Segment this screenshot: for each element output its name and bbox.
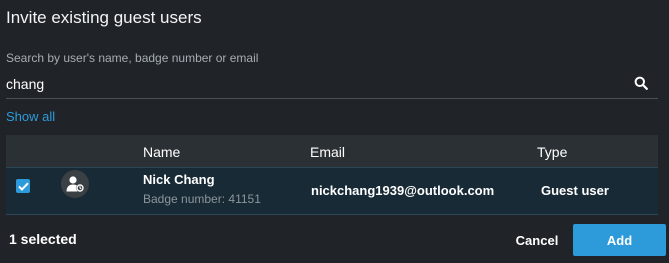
table-row[interactable]: Nick Chang Badge number: 41151 nickchang… (6, 167, 658, 215)
user-type: Guest user (541, 183, 609, 198)
selected-count: 1 selected (9, 231, 77, 247)
column-header-email[interactable]: Email (310, 144, 345, 160)
table-header: Name Email Type (6, 135, 658, 167)
column-header-name[interactable]: Name (143, 144, 180, 160)
dialog-title: Invite existing guest users (6, 8, 202, 27)
show-all-link[interactable]: Show all (6, 109, 55, 124)
search-icon[interactable] (634, 76, 648, 90)
search-label: Search by user's name, badge number or e… (6, 51, 259, 65)
search-field (6, 70, 658, 99)
invite-guest-users-dialog: Invite existing guest users Search by us… (0, 0, 669, 263)
add-button[interactable]: Add (573, 224, 666, 256)
column-header-type[interactable]: Type (537, 144, 567, 160)
row-checkbox[interactable] (16, 179, 30, 193)
cancel-button[interactable]: Cancel (508, 226, 566, 254)
badge-number: Badge number: 41151 (143, 192, 261, 206)
guest-user-icon (61, 170, 89, 198)
checkmark-icon (17, 182, 29, 191)
user-email: nickchang1939@outlook.com (311, 183, 495, 198)
users-table: Name Email Type Nick Chang Badge number:… (6, 135, 658, 215)
search-input[interactable] (6, 73, 606, 95)
user-name: Nick Chang (143, 172, 215, 187)
